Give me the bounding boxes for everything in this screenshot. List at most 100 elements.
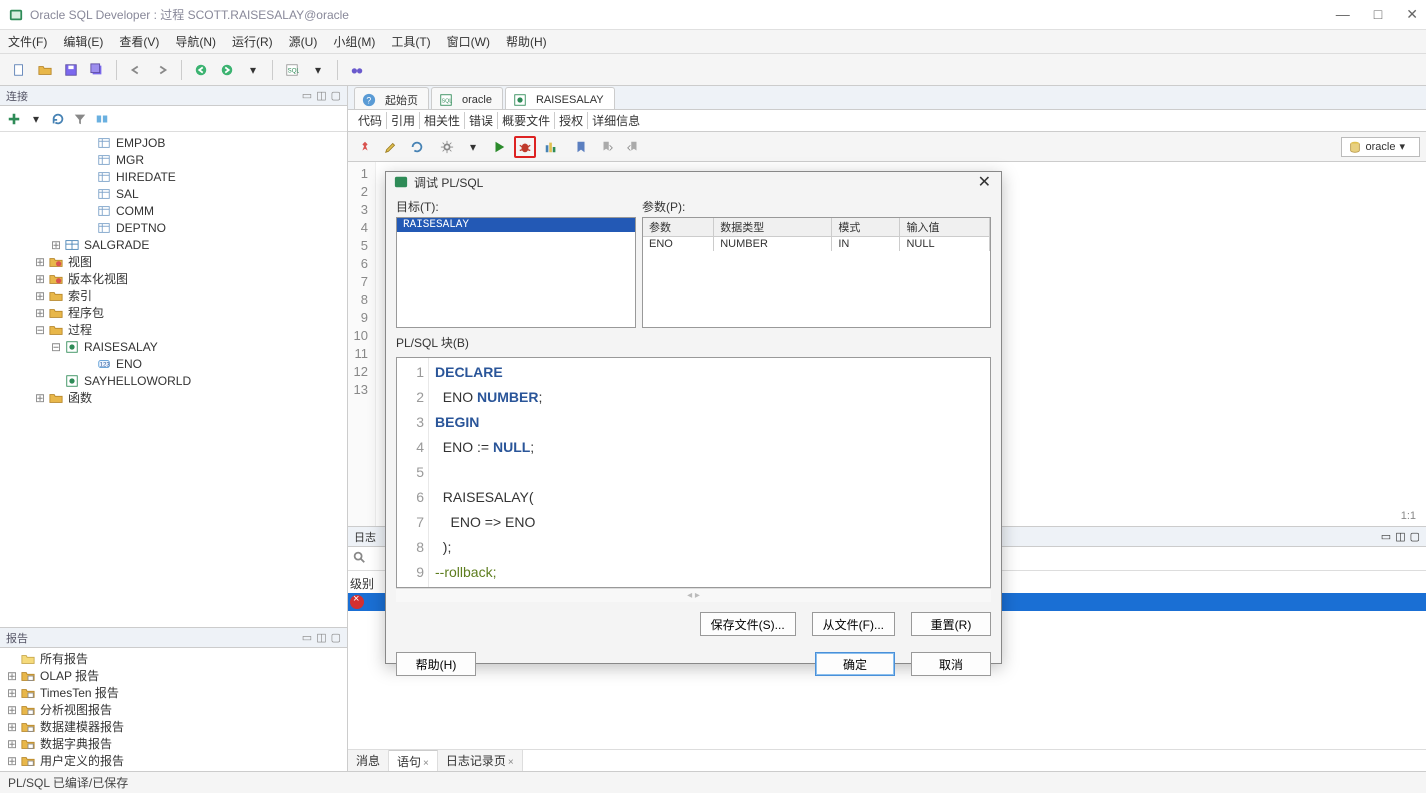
tree-item[interactable]: ⊞版本化视图 [0,270,347,287]
tree-expand-icon[interactable]: ⊟ [48,340,64,354]
dropdown-icon[interactable]: ▾ [307,59,329,81]
tree-expand-icon[interactable]: ⊞ [32,306,48,320]
menu-item[interactable]: 帮助(H) [506,33,547,50]
tree-item[interactable]: ⊞数据建模器报告 [0,718,347,735]
tree-expand-icon[interactable]: ⊞ [48,238,64,252]
sub-tab[interactable]: 代码 [354,112,387,129]
dropdown-icon[interactable]: ▾ [26,109,46,129]
params-table[interactable]: 参数数据类型模式输入值 ENONUMBERINNULL [643,218,990,251]
dialog-close-icon[interactable]: ✕ [972,172,997,192]
editor-tab[interactable]: SQLoracle [431,87,503,109]
tree-item[interactable]: MGR [0,151,347,168]
tree-item[interactable]: ⊞数据字典报告 [0,735,347,752]
open-folder-icon[interactable] [34,59,56,81]
param-cell[interactable]: NULL [900,237,990,252]
close-button[interactable]: ✕ [1406,6,1418,23]
menu-item[interactable]: 工具(T) [391,33,430,50]
db-connection-selector[interactable]: oracle ▾ [1341,137,1421,157]
bookmark-prev-icon[interactable] [622,136,644,158]
help-button[interactable]: 帮助(H) [396,652,476,676]
tree-item[interactable]: ⊞OLAP 报告 [0,667,347,684]
tree-expand-icon[interactable]: ⊞ [32,255,48,269]
tns-icon[interactable] [92,109,112,129]
minimize-button[interactable]: — [1336,6,1350,23]
reports-tree[interactable]: 所有报告⊞OLAP 报告⊞TimesTen 报告⊞分析视图报告⊞数据建模器报告⊞… [0,648,347,771]
panel-close-icon[interactable]: ▢ [1410,530,1420,543]
sub-tab[interactable]: 概要文件 [498,112,555,129]
run-icon[interactable] [488,136,510,158]
dropdown-icon[interactable]: ▾ [462,136,484,158]
tree-expand-icon[interactable]: ⊞ [4,686,20,700]
sql-worksheet-icon[interactable]: SQL [281,59,303,81]
maximize-button[interactable]: □ [1374,6,1382,23]
code-line[interactable]: DECLARE [435,360,984,385]
tree-expand-icon[interactable]: ⊞ [4,720,20,734]
tree-item[interactable]: EMPJOB [0,134,347,151]
pin-icon[interactable] [354,136,376,158]
filter-icon[interactable] [70,109,90,129]
tree-item[interactable]: ⊞视图 [0,253,347,270]
from-file-button[interactable]: 从文件(F)... [812,612,895,636]
code-line[interactable]: --rollback; [435,560,984,585]
menu-item[interactable]: 编辑(E) [63,33,103,50]
editor-tab[interactable]: RAISESALAY [505,87,615,109]
tree-item[interactable]: 所有报告 [0,650,347,667]
sub-tab[interactable]: 详细信息 [588,112,644,129]
refresh-icon[interactable] [406,136,428,158]
forward-icon[interactable] [216,59,238,81]
code-line[interactable]: ENO NUMBER; [435,385,984,410]
menu-item[interactable]: 文件(F) [8,33,47,50]
plsql-code-editor[interactable]: 123456789 DECLARE ENO NUMBER;BEGIN ENO :… [396,357,991,588]
code-line[interactable]: BEGIN [435,410,984,435]
param-cell[interactable]: IN [832,237,900,252]
gear-icon[interactable] [436,136,458,158]
save-all-icon[interactable] [86,59,108,81]
editor-tab[interactable]: ?起始页 [354,87,429,109]
refresh-icon[interactable] [48,109,68,129]
tree-expand-icon[interactable]: ⊞ [4,737,20,751]
back-icon[interactable] [190,59,212,81]
tree-expand-icon[interactable]: ⊞ [32,289,48,303]
profile-icon[interactable] [540,136,562,158]
param-cell[interactable]: NUMBER [714,237,832,252]
tree-item[interactable]: ⊞索引 [0,287,347,304]
menu-item[interactable]: 窗口(W) [447,33,490,50]
menu-item[interactable]: 运行(R) [232,33,273,50]
bookmark-icon[interactable] [570,136,592,158]
tree-item[interactable]: HIREDATE [0,168,347,185]
code-line[interactable]: ); [435,535,984,560]
panel-minimize-icon[interactable]: ▭ [302,89,312,102]
tree-item[interactable]: ⊟过程 [0,321,347,338]
tree-item[interactable]: SAYHELLOWORLD [0,372,347,389]
save-file-button[interactable]: 保存文件(S)... [700,612,796,636]
code-body[interactable]: DECLARE ENO NUMBER;BEGIN ENO := NULL; RA… [429,358,990,587]
panel-restore-icon[interactable]: ◫ [316,631,326,644]
sub-tab[interactable]: 错误 [465,112,498,129]
bookmark-next-icon[interactable] [596,136,618,158]
tree-expand-icon[interactable]: ⊞ [32,391,48,405]
code-line[interactable] [435,460,984,485]
ok-button[interactable]: 确定 [815,652,895,676]
new-file-icon[interactable] [8,59,30,81]
tree-item[interactable]: SAL [0,185,347,202]
panel-minimize-icon[interactable]: ▭ [302,631,312,644]
log-tab[interactable]: 语句× [389,750,438,772]
menu-item[interactable]: 源(U) [289,33,318,50]
panel-close-icon[interactable]: ▢ [331,631,341,644]
code-line[interactable]: RAISESALAY( [435,485,984,510]
sub-tab[interactable]: 相关性 [420,112,465,129]
tree-item[interactable]: 123ENO [0,355,347,372]
search-icon[interactable] [352,550,366,567]
tree-item[interactable]: ⊞用户定义的报告 [0,752,347,769]
tree-item[interactable]: ⊞分析视图报告 [0,701,347,718]
save-icon[interactable] [60,59,82,81]
tab-close-icon[interactable]: × [508,757,514,768]
connections-tree[interactable]: EMPJOBMGRHIREDATESALCOMMDEPTNO⊞SALGRADE⊞… [0,132,347,627]
edit-icon[interactable] [380,136,402,158]
sub-tab[interactable]: 授权 [555,112,588,129]
tree-item[interactable]: COMM [0,202,347,219]
tree-item[interactable]: ⊞TimesTen 报告 [0,684,347,701]
tree-expand-icon[interactable]: ⊞ [4,669,20,683]
tree-item[interactable]: ⊞程序包 [0,304,347,321]
cancel-button[interactable]: 取消 [911,652,991,676]
